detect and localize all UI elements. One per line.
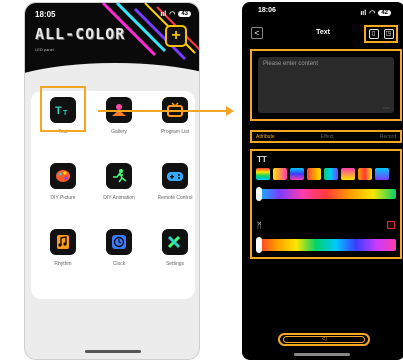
app-label: DIY Picture	[50, 195, 76, 201]
app-label: Remote Control	[157, 195, 193, 201]
brand-subtitle: LED panel	[35, 47, 54, 52]
signal-icon: ııl	[160, 10, 167, 18]
home-indicator	[294, 353, 350, 356]
app-gallery[interactable]: Gallery	[93, 97, 145, 151]
swatch[interactable]	[358, 168, 372, 180]
tab-bar: Attribute Effect Record	[250, 130, 402, 143]
app-rhythm[interactable]: Rhythm	[37, 229, 89, 283]
swatch[interactable]	[273, 168, 287, 180]
battery-icon: 42	[378, 10, 391, 16]
background-icon: ᛗ	[257, 221, 262, 230]
app-label: Clock	[112, 261, 126, 267]
app-diy-animation[interactable]: DIY Animation	[93, 163, 145, 217]
status-bar: 18:06 ııl ◠ 42	[258, 7, 391, 19]
add-device-button[interactable]: +	[165, 25, 187, 47]
app-remote-control[interactable]: Remote Control	[149, 163, 199, 217]
tab-attribute[interactable]: Attribute	[256, 134, 275, 140]
app-label: Gallery	[111, 129, 127, 135]
content-input-frame: Please enter content 0/300	[250, 49, 402, 121]
text-editor-phone: 18:06 ııl ◠ 42 < Text ▯ ◳ Please enter c…	[242, 2, 403, 360]
input-placeholder: Please enter content	[263, 61, 319, 67]
background-toggle-icon[interactable]	[387, 221, 395, 229]
stage: 18:05 ııl ◠ 43 ALL-COLOR LED panel + TT …	[0, 0, 403, 363]
signal-icon: ııl	[360, 9, 367, 17]
swatch[interactable]	[375, 168, 389, 180]
attribute-panel: TT ᛗ	[250, 149, 402, 259]
battery-icon: 43	[178, 11, 191, 17]
send-button[interactable]: ◁	[283, 336, 365, 343]
char-counter: 0/300	[382, 106, 390, 110]
tab-effect[interactable]: Effect	[321, 134, 334, 140]
save-icon[interactable]: ◳	[383, 29, 394, 39]
app-clock[interactable]: Clock	[93, 229, 145, 283]
swatch[interactable]	[341, 168, 355, 180]
tools-icon	[162, 229, 188, 255]
connector-line	[98, 110, 228, 112]
app-label: Settings	[165, 261, 185, 267]
swatch[interactable]	[290, 168, 304, 180]
wifi-icon: ◠	[169, 11, 176, 18]
text-color-slider[interactable]	[256, 189, 396, 199]
text-color-slider-handle[interactable]	[256, 187, 262, 201]
status-bar: 18:05 ııl ◠ 43	[35, 8, 191, 20]
background-color-slider-handle[interactable]	[256, 237, 262, 253]
app-settings[interactable]: Settings	[149, 229, 199, 283]
wifi-icon: ◠	[369, 10, 376, 17]
status-time: 18:05	[35, 9, 56, 19]
brand-logo: ALL-COLOR	[35, 25, 126, 43]
text-app-highlight	[40, 86, 86, 132]
swatch[interactable]	[256, 168, 270, 180]
home-indicator	[85, 350, 141, 353]
tab-record[interactable]: Record	[380, 134, 396, 140]
home-screen-phone: 18:05 ııl ◠ 43 ALL-COLOR LED panel + TT …	[24, 2, 200, 360]
music-note-icon	[50, 229, 76, 255]
runner-icon	[106, 163, 132, 189]
app-label: DIY Animation	[103, 195, 135, 201]
swatch[interactable]	[324, 168, 338, 180]
send-button-frame: ◁	[278, 333, 370, 346]
gamepad-icon	[162, 163, 188, 189]
app-label: Rhythm	[54, 261, 72, 267]
status-time: 18:06	[258, 7, 276, 14]
content-input[interactable]: Please enter content 0/300	[258, 57, 394, 113]
background-color-slider[interactable]	[256, 239, 396, 251]
app-label: Program List	[160, 129, 190, 135]
text-color-icon: TT	[257, 155, 267, 164]
app-program-list[interactable]: Program List	[149, 97, 199, 151]
app-diy-picture[interactable]: DIY Picture	[37, 163, 89, 217]
connector-arrow-icon	[226, 106, 234, 116]
palette-icon	[50, 163, 76, 189]
delete-icon[interactable]: ▯	[368, 29, 379, 39]
nav-actions: ▯ ◳	[364, 25, 398, 43]
swatch[interactable]	[307, 168, 321, 180]
color-swatches	[256, 168, 389, 180]
nav-bar: < Text ▯ ◳	[248, 25, 398, 43]
home-header: 18:05 ııl ◠ 43 ALL-COLOR LED panel +	[25, 3, 199, 93]
clock-icon	[106, 229, 132, 255]
